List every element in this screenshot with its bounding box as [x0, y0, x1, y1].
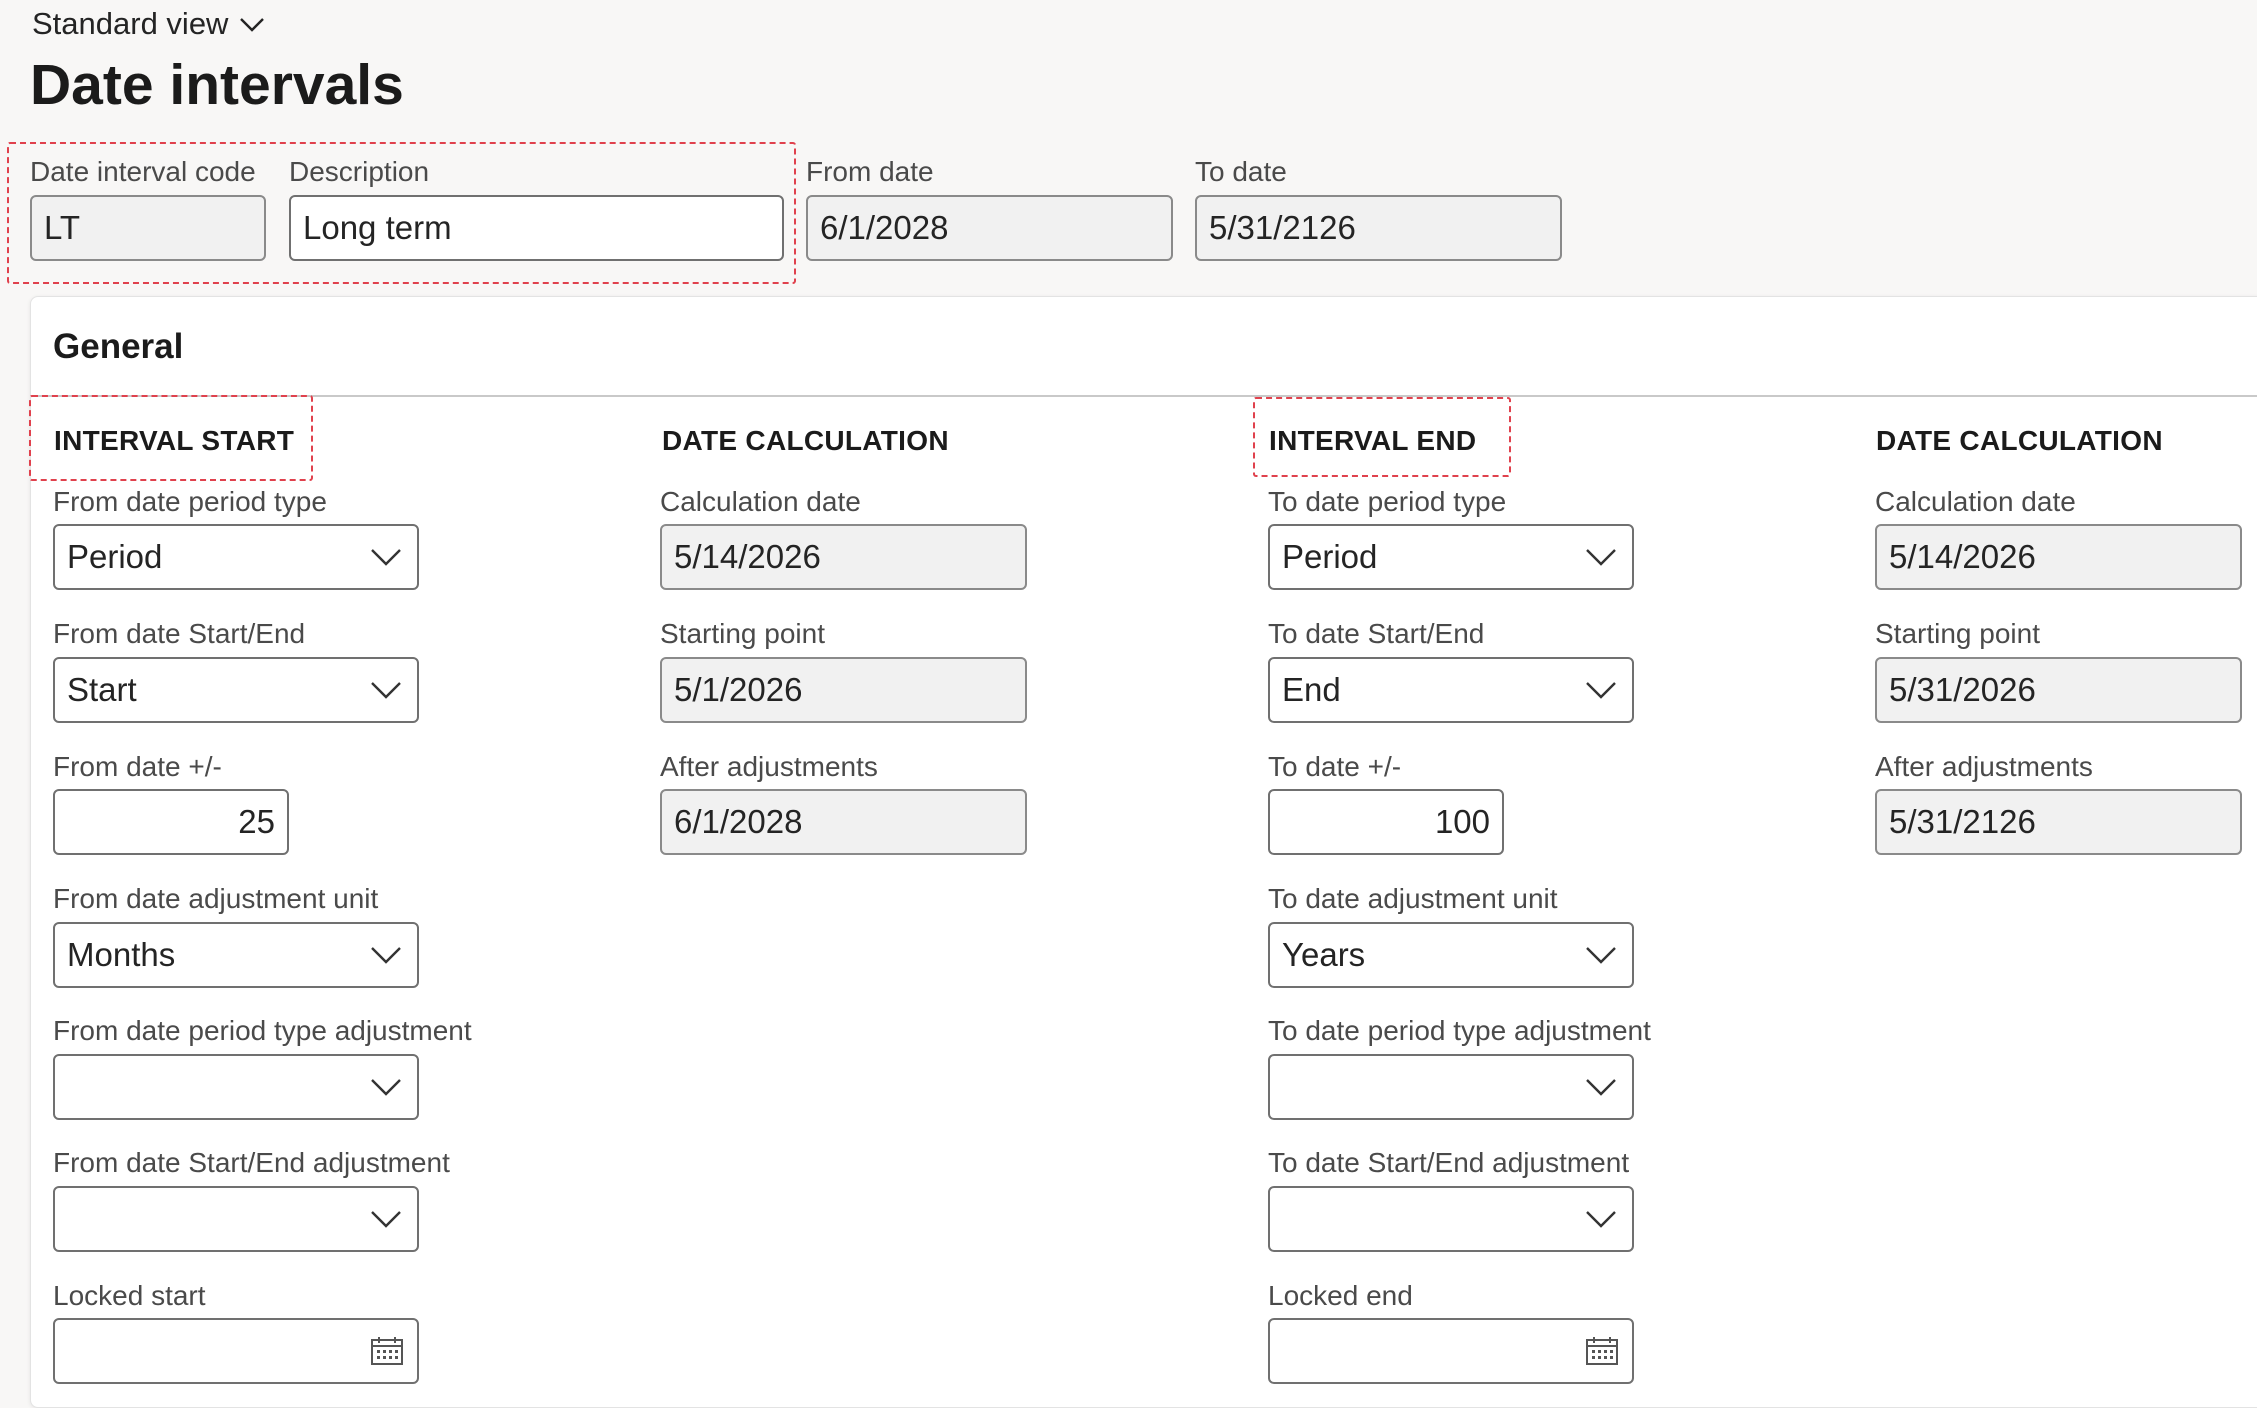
- to-date-period-type-adjustment-label: To date period type adjustment: [1268, 1015, 1651, 1046]
- start-date-calculation-heading: DATE CALCULATION: [662, 425, 949, 456]
- from-date-field[interactable]: 6/1/2028: [806, 195, 1173, 261]
- end-calculation-date-value: 5/14/2026: [1889, 538, 2036, 575]
- end-date-calculation-heading: DATE CALCULATION: [1876, 425, 2163, 456]
- description-label: Description: [289, 156, 430, 187]
- from-date-adjustment-unit-dropdown[interactable]: Months: [53, 922, 419, 988]
- view-selector[interactable]: Standard view: [32, 6, 266, 42]
- start-after-adjustments-field[interactable]: 6/1/2028: [660, 789, 1027, 855]
- to-date-value: 5/31/2126: [1209, 209, 1356, 246]
- to-date-adjustment-unit-label: To date adjustment unit: [1268, 883, 1558, 914]
- date-interval-code-value: LT: [44, 209, 81, 246]
- from-date-period-type-dropdown[interactable]: Period: [53, 524, 419, 590]
- locked-end-date-picker[interactable]: [1268, 1318, 1634, 1384]
- chevron-down-icon: [371, 1079, 401, 1096]
- end-starting-point-label: Starting point: [1875, 618, 2040, 649]
- from-date-plus-minus-value: 25: [238, 803, 275, 840]
- page-title: Date intervals: [30, 53, 404, 117]
- general-section-title[interactable]: General: [53, 327, 183, 367]
- to-date-plus-minus-value: 100: [1434, 803, 1490, 840]
- section-divider: [31, 395, 2257, 397]
- from-date-plus-minus-label: From date +/-: [53, 751, 222, 782]
- chevron-down-icon: [371, 1211, 401, 1228]
- chevron-down-icon: [371, 549, 401, 566]
- chevron-down-icon: [1586, 1211, 1616, 1228]
- start-starting-point-field[interactable]: 5/1/2026: [660, 657, 1027, 723]
- calendar-icon[interactable]: [1584, 1335, 1620, 1367]
- to-date-period-type-value: Period: [1282, 538, 1378, 575]
- from-date-start-end-adjustment-dropdown[interactable]: [53, 1186, 419, 1252]
- start-starting-point-label: Starting point: [660, 618, 825, 649]
- interval-end-heading: INTERVAL END: [1269, 425, 1477, 456]
- from-date-label: From date: [806, 156, 934, 187]
- from-date-period-type-label: From date period type: [53, 486, 327, 517]
- from-date-adjustment-unit-label: From date adjustment unit: [53, 883, 379, 914]
- to-date-field[interactable]: 5/31/2126: [1195, 195, 1562, 261]
- end-after-adjustments-label: After adjustments: [1875, 751, 2093, 782]
- from-date-start-end-label: From date Start/End: [53, 618, 306, 649]
- chevron-down-icon: [1586, 1079, 1616, 1096]
- view-selector-label: Standard view: [32, 6, 229, 41]
- chevron-down-icon: [1586, 947, 1616, 964]
- to-date-start-end-label: To date Start/End: [1268, 618, 1485, 649]
- chevron-down-icon: [371, 682, 401, 699]
- chevron-down-icon: [1586, 682, 1616, 699]
- from-date-start-end-dropdown[interactable]: Start: [53, 657, 419, 723]
- interval-start-heading: INTERVAL START: [54, 425, 295, 456]
- end-starting-point-value: 5/31/2026: [1889, 671, 2036, 708]
- start-starting-point-value: 5/1/2026: [674, 671, 803, 708]
- description-value: Long term: [303, 209, 452, 246]
- start-after-adjustments-label: After adjustments: [660, 751, 878, 782]
- description-field[interactable]: Long term: [289, 195, 784, 261]
- chevron-down-icon: [240, 18, 265, 32]
- from-date-period-type-adjustment-dropdown[interactable]: [53, 1054, 419, 1120]
- chevron-down-icon: [371, 947, 401, 964]
- end-after-adjustments-value: 5/31/2126: [1889, 803, 2036, 840]
- end-starting-point-field[interactable]: 5/31/2026: [1875, 657, 2242, 723]
- from-date-value: 6/1/2028: [820, 209, 949, 246]
- start-after-adjustments-value: 6/1/2028: [674, 803, 803, 840]
- to-date-period-type-label: To date period type: [1268, 486, 1507, 517]
- locked-start-date-picker[interactable]: [53, 1318, 419, 1384]
- date-interval-code-label: Date interval code: [30, 156, 256, 187]
- to-date-period-type-dropdown[interactable]: Period: [1268, 524, 1634, 590]
- calendar-icon[interactable]: [369, 1335, 405, 1367]
- from-date-plus-minus-input[interactable]: 25: [53, 789, 289, 855]
- to-date-plus-minus-input[interactable]: 100: [1268, 789, 1504, 855]
- to-date-start-end-adjustment-label: To date Start/End adjustment: [1268, 1147, 1630, 1178]
- locked-start-label: Locked start: [53, 1280, 206, 1311]
- to-date-start-end-value: End: [1282, 671, 1341, 708]
- end-calculation-date-label: Calculation date: [1875, 486, 2076, 517]
- to-date-start-end-dropdown[interactable]: End: [1268, 657, 1634, 723]
- to-date-adjustment-unit-dropdown[interactable]: Years: [1268, 922, 1634, 988]
- end-calculation-date-field[interactable]: 5/14/2026: [1875, 524, 2242, 590]
- to-date-start-end-adjustment-dropdown[interactable]: [1268, 1186, 1634, 1252]
- to-date-adjustment-unit-value: Years: [1282, 936, 1366, 973]
- to-date-plus-minus-label: To date +/-: [1268, 751, 1402, 782]
- to-date-label: To date: [1195, 156, 1287, 187]
- end-after-adjustments-field[interactable]: 5/31/2126: [1875, 789, 2242, 855]
- start-calculation-date-value: 5/14/2026: [674, 538, 821, 575]
- from-date-start-end-value: Start: [67, 671, 137, 708]
- from-date-period-type-adjustment-label: From date period type adjustment: [53, 1015, 472, 1046]
- chevron-down-icon: [1586, 549, 1616, 566]
- from-date-adjustment-unit-value: Months: [67, 936, 176, 973]
- date-interval-code-field[interactable]: LT: [30, 195, 266, 261]
- from-date-period-type-value: Period: [67, 538, 163, 575]
- locked-end-label: Locked end: [1268, 1280, 1413, 1311]
- to-date-period-type-adjustment-dropdown[interactable]: [1268, 1054, 1634, 1120]
- from-date-start-end-adjustment-label: From date Start/End adjustment: [53, 1147, 450, 1178]
- start-calculation-date-label: Calculation date: [660, 486, 861, 517]
- start-calculation-date-field[interactable]: 5/14/2026: [660, 524, 1027, 590]
